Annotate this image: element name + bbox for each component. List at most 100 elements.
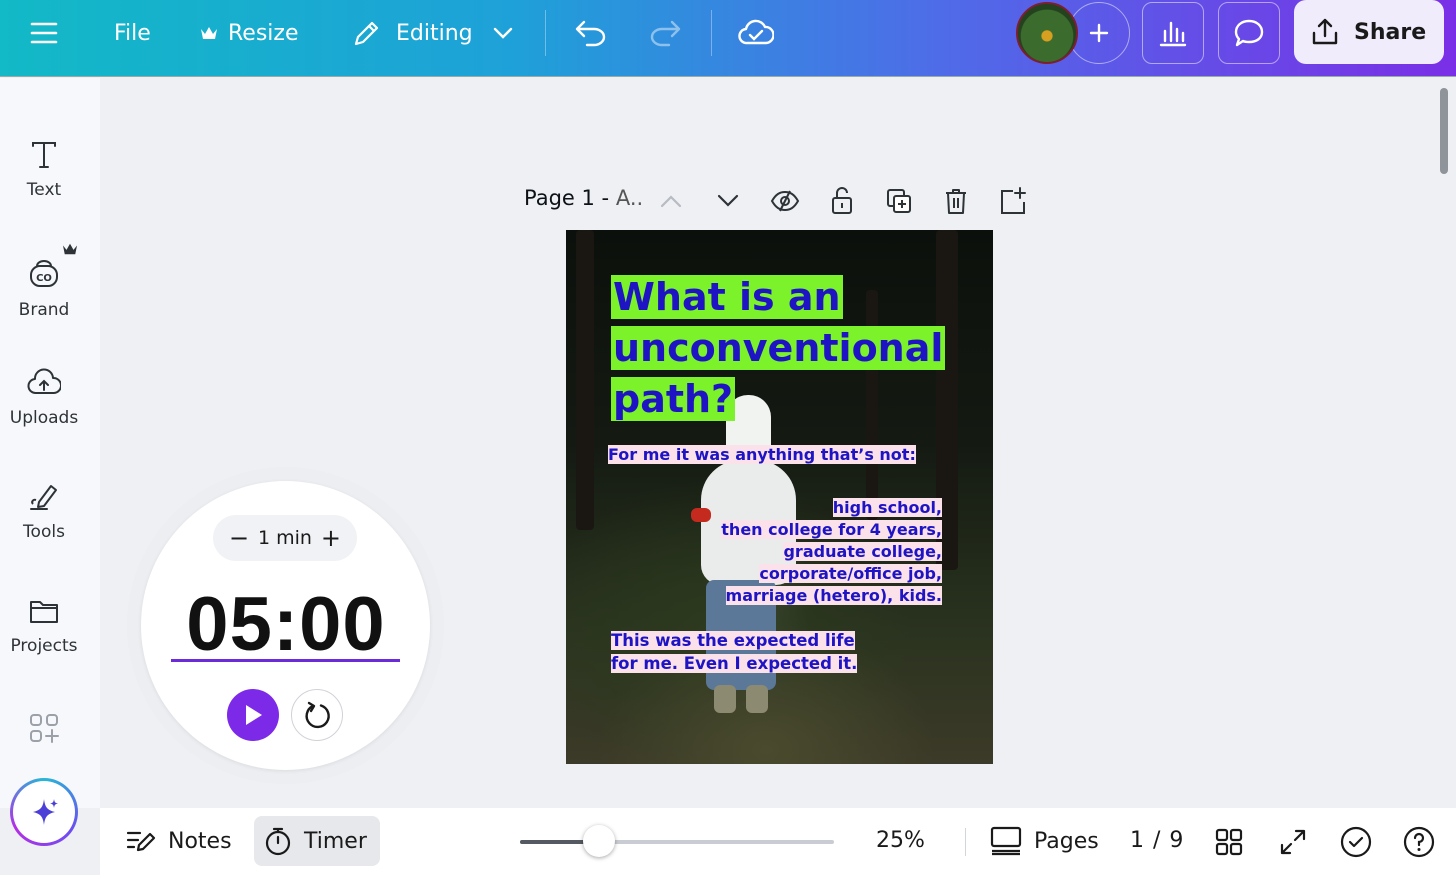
expand-icon — [1280, 829, 1306, 855]
delete-page-button[interactable] — [941, 186, 971, 216]
hide-page-button[interactable] — [770, 186, 800, 216]
cloud-upload-icon — [27, 368, 61, 394]
headline-text[interactable]: What is an unconventional path? — [611, 272, 946, 425]
chevron-up-icon — [660, 195, 682, 208]
play-icon — [246, 705, 262, 725]
comments-button[interactable] — [1218, 2, 1280, 64]
plus-icon — [1089, 23, 1109, 43]
play-timer-button[interactable] — [227, 689, 279, 741]
grid-view-button[interactable] — [1211, 824, 1247, 860]
sidebar-item-tools[interactable]: Tools — [0, 482, 88, 542]
check-circle-icon — [1340, 826, 1372, 858]
closing-line: for me. Even I expected it. — [611, 654, 858, 673]
lock-page-button[interactable] — [827, 186, 857, 216]
sparkle-icon — [33, 799, 58, 825]
sidebar-item-label: Brand — [18, 300, 70, 320]
editing-label: Editing — [396, 20, 473, 46]
page-title-suffix: A.. — [615, 186, 644, 210]
left-sidebar: Text CO Brand Uploads Tools Projects — [0, 78, 100, 808]
design-page[interactable]: What is an unconventional path? For me i… — [566, 230, 993, 764]
headline-line: unconventional — [611, 326, 946, 370]
duration-value: 1 min — [258, 527, 312, 549]
sidebar-item-text[interactable]: Text — [0, 140, 88, 200]
menu-button[interactable] — [30, 0, 58, 66]
crown-icon — [201, 27, 217, 39]
insights-button[interactable] — [1142, 2, 1204, 64]
resize-label: Resize — [228, 20, 299, 46]
pages-label: Pages — [1034, 828, 1099, 854]
share-label: Share — [1354, 19, 1427, 45]
zoom-slider[interactable] — [520, 840, 834, 844]
pen-tool-icon — [30, 485, 57, 510]
closing-text[interactable]: This was the expected life for me. Even … — [611, 629, 858, 675]
add-page-button[interactable] — [998, 186, 1028, 216]
photo-foot — [714, 685, 736, 713]
redo-icon — [650, 20, 681, 47]
reset-icon — [305, 701, 330, 729]
file-menu-button[interactable]: File — [114, 0, 151, 66]
duplicate-icon — [887, 189, 911, 213]
reset-timer-button[interactable] — [291, 689, 343, 741]
increase-duration-button[interactable]: + — [321, 526, 341, 550]
decrease-duration-button[interactable]: − — [229, 526, 249, 550]
tree-trunk — [576, 230, 594, 530]
move-page-down-button[interactable] — [713, 186, 743, 216]
cloud-check-icon — [738, 19, 774, 45]
vertical-scrollbar[interactable] — [1440, 88, 1448, 174]
closing-line: This was the expected life — [611, 631, 855, 650]
zoom-slider-thumb[interactable] — [582, 825, 615, 857]
sidebar-item-label: Projects — [10, 636, 78, 656]
sidebar-item-projects[interactable]: Projects — [0, 596, 88, 656]
editing-mode-dropdown[interactable]: Editing — [352, 0, 513, 66]
comment-icon — [1234, 19, 1264, 47]
sidebar-item-apps[interactable] — [0, 712, 88, 744]
pages-icon — [990, 826, 1022, 856]
check-status-button[interactable] — [1338, 824, 1374, 860]
zoom-level[interactable]: 25% — [876, 828, 925, 853]
apps-grid-icon — [30, 714, 59, 743]
file-label: File — [114, 20, 151, 46]
save-status-button[interactable] — [738, 0, 774, 66]
timer-display[interactable]: 05:00 — [171, 581, 401, 668]
list-line: then college for 4 years, — [721, 520, 942, 539]
timer-widget: − 1 min + 05:00 — [141, 481, 430, 770]
page-count: 1 / 9 — [1130, 828, 1185, 853]
pages-button[interactable]: Pages — [980, 816, 1109, 866]
list-line: graduate college, — [783, 542, 942, 561]
toolbar-divider — [965, 828, 966, 856]
chevron-down-icon — [717, 194, 739, 207]
hamburger-menu-icon — [30, 22, 58, 44]
svg-text:CO: CO — [36, 273, 52, 284]
sidebar-item-label: Tools — [23, 522, 65, 542]
sidebar-item-brand[interactable]: CO Brand — [0, 243, 88, 320]
sidebar-item-label: Text — [26, 180, 62, 200]
undo-button[interactable] — [574, 0, 608, 66]
chevron-down-icon — [493, 27, 512, 39]
notes-button[interactable]: Notes — [116, 816, 242, 866]
help-icon — [1403, 826, 1435, 858]
sidebar-item-uploads[interactable]: Uploads — [0, 368, 88, 428]
expectations-list-text[interactable]: high school, then college for 4 years, g… — [696, 497, 942, 607]
resize-button[interactable]: Resize — [200, 0, 299, 66]
bottom-toolbar: Notes Timer 25% Pages 1 / 9 — [100, 808, 1456, 875]
photo-foot — [746, 685, 768, 713]
toolbar-divider — [545, 10, 546, 56]
magic-assistant-button[interactable] — [10, 778, 78, 846]
duplicate-page-button[interactable] — [884, 186, 914, 216]
share-button[interactable]: Share — [1294, 0, 1444, 64]
help-button[interactable] — [1401, 824, 1437, 860]
timer-button[interactable]: Timer — [254, 816, 380, 866]
fullscreen-button[interactable] — [1275, 824, 1311, 860]
notes-icon — [126, 831, 156, 852]
user-avatar[interactable] — [1016, 2, 1078, 64]
move-page-up-button[interactable] — [656, 186, 686, 216]
headline-line: What is an — [611, 275, 843, 319]
page-title[interactable]: Page 1 - A.. — [524, 186, 643, 210]
toolbar-divider — [711, 10, 712, 56]
redo-button[interactable] — [648, 0, 682, 66]
intro-text[interactable]: For me it was anything that’s not: — [608, 444, 916, 466]
list-line: high school, — [832, 498, 942, 517]
timer-underline — [171, 659, 400, 662]
undo-icon — [575, 20, 606, 47]
brand-icon: CO — [30, 260, 58, 287]
